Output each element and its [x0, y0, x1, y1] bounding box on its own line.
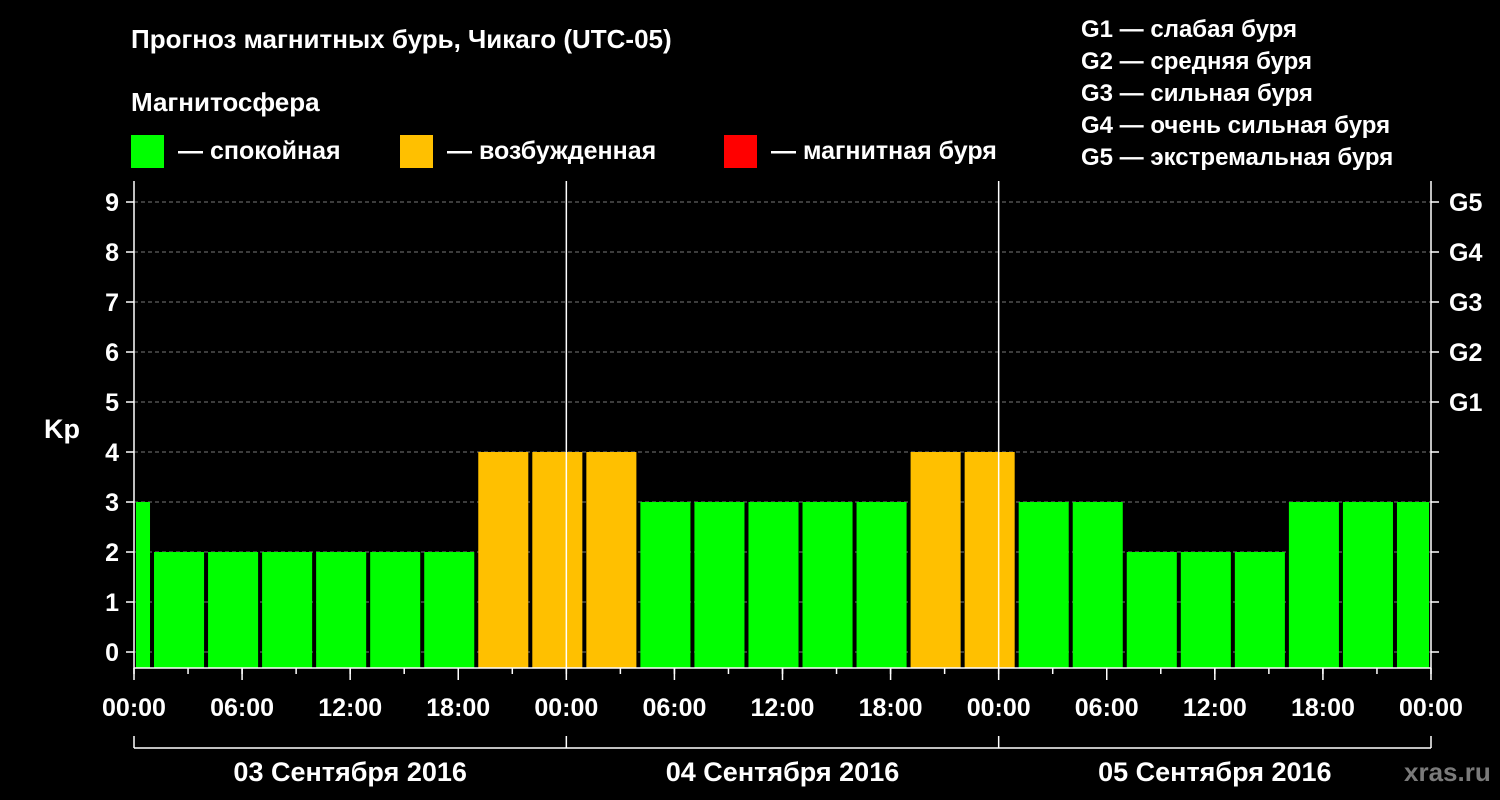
kp-bar [532, 452, 583, 668]
kp-bar [262, 552, 313, 668]
x-tick-label: 12:00 [318, 694, 382, 722]
x-tick-label: 12:00 [1183, 694, 1247, 722]
kp-bar [964, 452, 1015, 668]
x-tick-label: 18:00 [1291, 694, 1355, 722]
kp-bar [478, 452, 529, 668]
x-tick-label: 00:00 [1399, 694, 1463, 722]
kp-bar [694, 502, 745, 668]
kp-bar [424, 552, 475, 668]
y-tick-label: 9 [105, 189, 119, 217]
kp-bar [208, 552, 259, 668]
y-tick-label: 4 [105, 439, 119, 467]
y-axis-title: Kp [44, 414, 80, 444]
y-tick-label: 2 [105, 539, 119, 567]
kp-bar [316, 552, 367, 668]
kp-bar [1072, 502, 1123, 668]
kp-bar [640, 502, 691, 668]
g-tick-label: G4 [1449, 239, 1482, 267]
y-tick-label: 6 [105, 339, 119, 367]
y-tick-label: 1 [105, 589, 119, 617]
kp-bar [910, 452, 961, 668]
kp-bar [1288, 502, 1339, 668]
kp-bar [1396, 502, 1429, 668]
x-tick-label: 00:00 [102, 694, 166, 722]
x-tick-label: 06:00 [1075, 694, 1139, 722]
x-tick-label: 18:00 [859, 694, 923, 722]
x-tick-label: 00:00 [967, 694, 1031, 722]
x-tick-label: 00:00 [534, 694, 598, 722]
kp-bar [370, 552, 421, 668]
x-tick-label: 18:00 [426, 694, 490, 722]
brand-watermark: xras.ru [1404, 757, 1491, 787]
g-tick-label: G3 [1449, 289, 1482, 317]
day-label: 05 Сентября 2016 [1098, 757, 1331, 787]
kp-bar-chart: 0 1 2 3 4 5 6 7 8 9 G1 G2 G3 G4 G5 Kp 00:00 06:00 12:00 18:… [44, 181, 1482, 787]
kp-bar [1126, 552, 1177, 668]
kp-bar [1342, 502, 1393, 668]
x-tick-label: 12:00 [751, 694, 815, 722]
g-tick-label: G5 [1449, 189, 1482, 217]
kp-bar [1018, 502, 1069, 668]
kp-bar [1234, 552, 1285, 668]
day-label: 04 Сентября 2016 [666, 757, 899, 787]
kp-bar [748, 502, 799, 668]
kp-bar [856, 502, 907, 668]
kp-bar [136, 502, 151, 668]
y-tick-label: 5 [105, 389, 119, 417]
y-tick-label: 3 [105, 489, 119, 517]
y-tick-label: 8 [105, 239, 119, 267]
g-tick-label: G2 [1449, 339, 1482, 367]
kp-bar [802, 502, 853, 668]
y-tick-label: 0 [105, 639, 119, 667]
kp-bar [586, 452, 637, 668]
kp-bar [154, 552, 205, 668]
kp-bar [1180, 552, 1231, 668]
x-tick-label: 06:00 [210, 694, 274, 722]
x-tick-label: 06:00 [642, 694, 706, 722]
y-tick-label: 7 [105, 289, 119, 317]
g-tick-label: G1 [1449, 389, 1482, 417]
day-label: 03 Сентября 2016 [233, 757, 466, 787]
